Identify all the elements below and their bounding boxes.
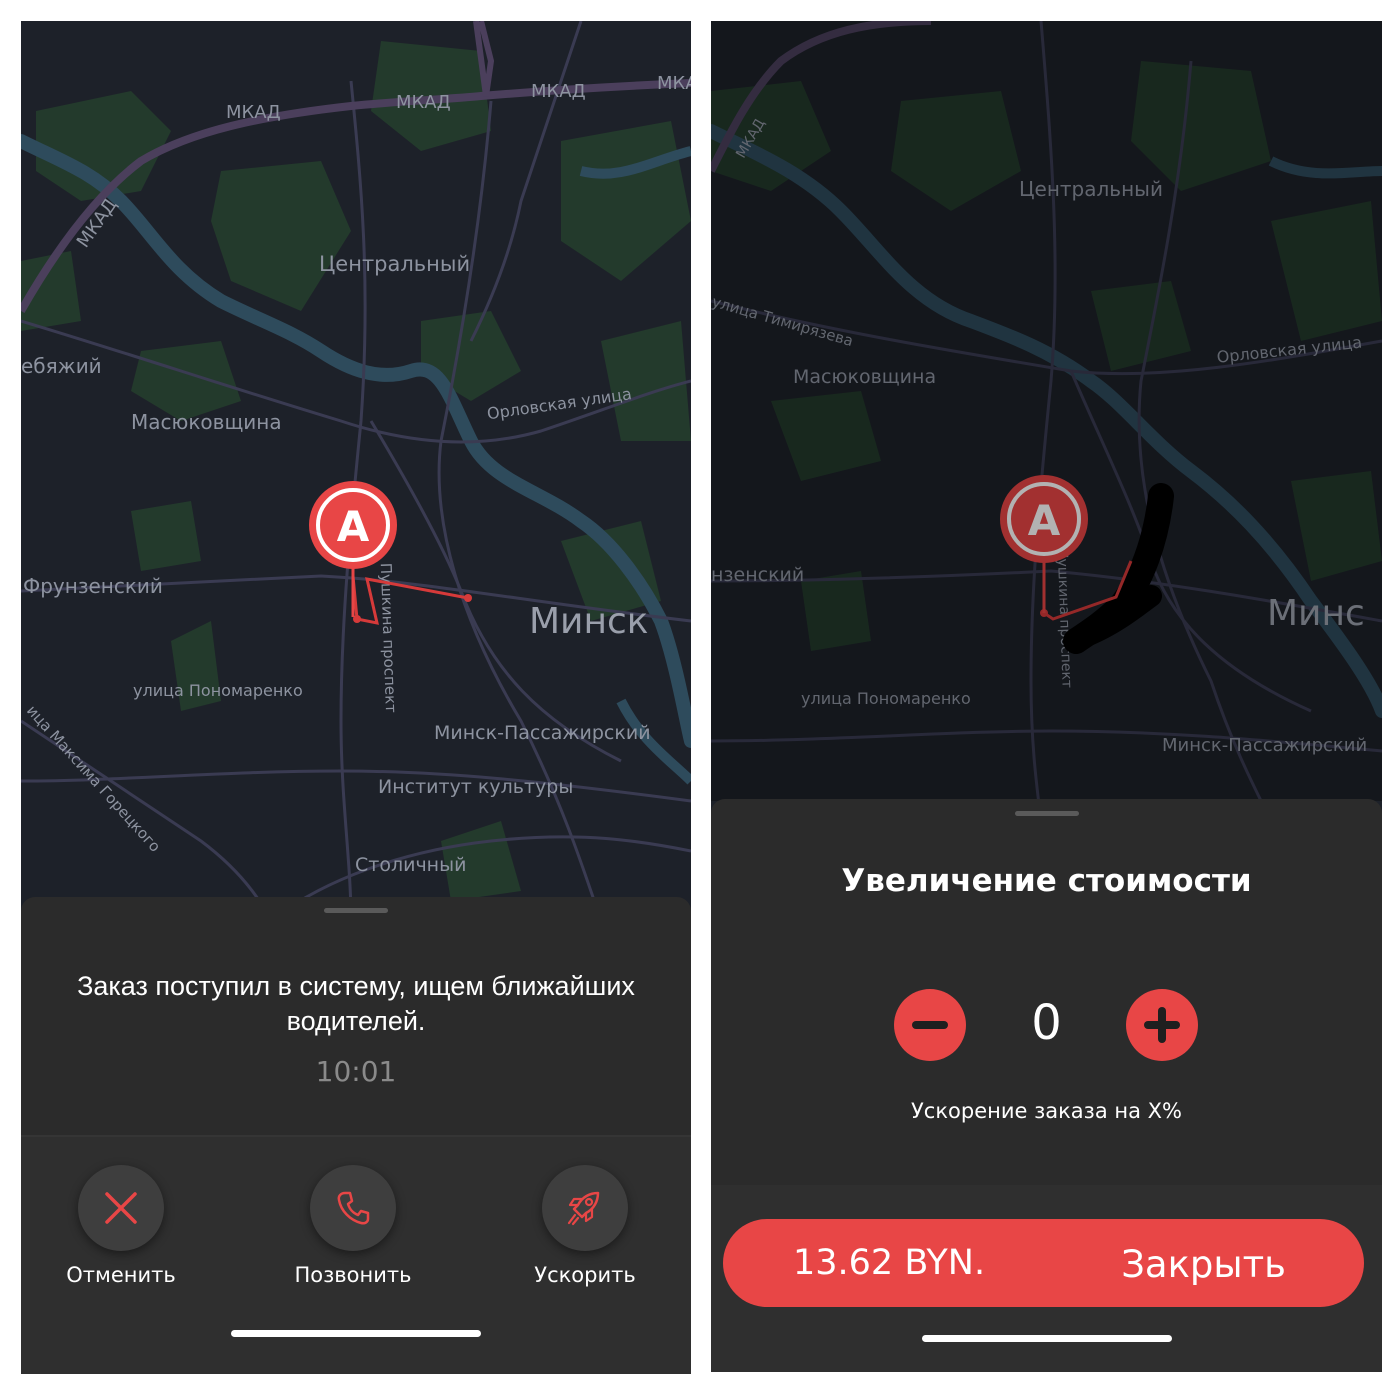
order-status-sheet: Заказ поступил в систему, ищем ближайших… [21, 897, 691, 1374]
map-label-ponomarenko: улица Пономаренко [133, 681, 303, 700]
sheet-handle[interactable] [324, 908, 388, 913]
home-indicator[interactable] [921, 1335, 1172, 1342]
close-price-button[interactable]: 13.62 BYN. Закрыть [723, 1219, 1364, 1307]
left-screen: МКАД МКАД МКАД МКАД МКАД Центральный ебя… [21, 21, 691, 1374]
cancel-button[interactable]: Отменить [36, 1165, 206, 1287]
order-status-message: Заказ поступил в систему, ищем ближайших… [77, 971, 635, 1036]
sheet-handle[interactable] [1014, 811, 1079, 816]
phone-icon [337, 1191, 370, 1225]
map-label-lebyazhiy: ебяжий [21, 354, 102, 378]
rocket-icon [567, 1191, 600, 1226]
order-actions-bar: Отменить Позвонить Ускорить [21, 1135, 691, 1374]
map-label-minsk: Минск [529, 601, 649, 642]
boost-label: Ускорить [534, 1263, 636, 1287]
payment-bar: 13.62 BYN. Закрыть [711, 1185, 1382, 1372]
map-label-mkad: МКАД [657, 73, 691, 94]
boost-title: Увеличение стоимости [841, 863, 1252, 899]
map-view[interactable]: МКАД МКАД МКАД МКАД МКАД Центральный ебя… [21, 21, 691, 921]
cancel-label: Отменить [66, 1263, 176, 1287]
call-button[interactable]: Позвонить [268, 1165, 438, 1287]
map-label-frunzensky: Фрунзенский [23, 574, 163, 598]
map-label-mkad: МКАД [396, 92, 451, 113]
map-label-stolichny: Столичный [355, 854, 466, 876]
right-screen: МКАД Центральный улица Тимирязева Масюко… [711, 21, 1382, 1372]
boost-stepper: 0 [711, 989, 1382, 1061]
boost-value: 0 [1031, 995, 1062, 1051]
map-label-tsentralny: Центральный [319, 252, 470, 276]
map-label-institut: Институт культуры [378, 776, 573, 798]
boost-button[interactable]: Ускорить [500, 1165, 670, 1287]
order-status-time: 10:01 [315, 1055, 397, 1088]
call-label: Позвонить [294, 1263, 412, 1287]
map-label-masyukovshchina: Масюковщина [131, 410, 282, 434]
increase-button[interactable] [1126, 989, 1198, 1061]
map-label-minsk-passazhirsky: Минск-Пассажирский [434, 722, 651, 744]
price-label: 13.62 BYN. [793, 1243, 986, 1283]
close-label: Закрыть [1121, 1243, 1286, 1286]
map-dim-overlay[interactable] [711, 21, 1382, 801]
close-icon [105, 1192, 137, 1224]
boost-sheet: Увеличение стоимости 0 Ускорение заказа … [711, 799, 1382, 1372]
home-indicator[interactable] [231, 1330, 481, 1337]
map-label-mkad: МКАД [531, 81, 586, 102]
boost-caption: Ускорение заказа на X% [910, 1099, 1182, 1123]
map-label-mkad: МКАД [226, 102, 281, 123]
marker-letter: A [337, 502, 370, 551]
